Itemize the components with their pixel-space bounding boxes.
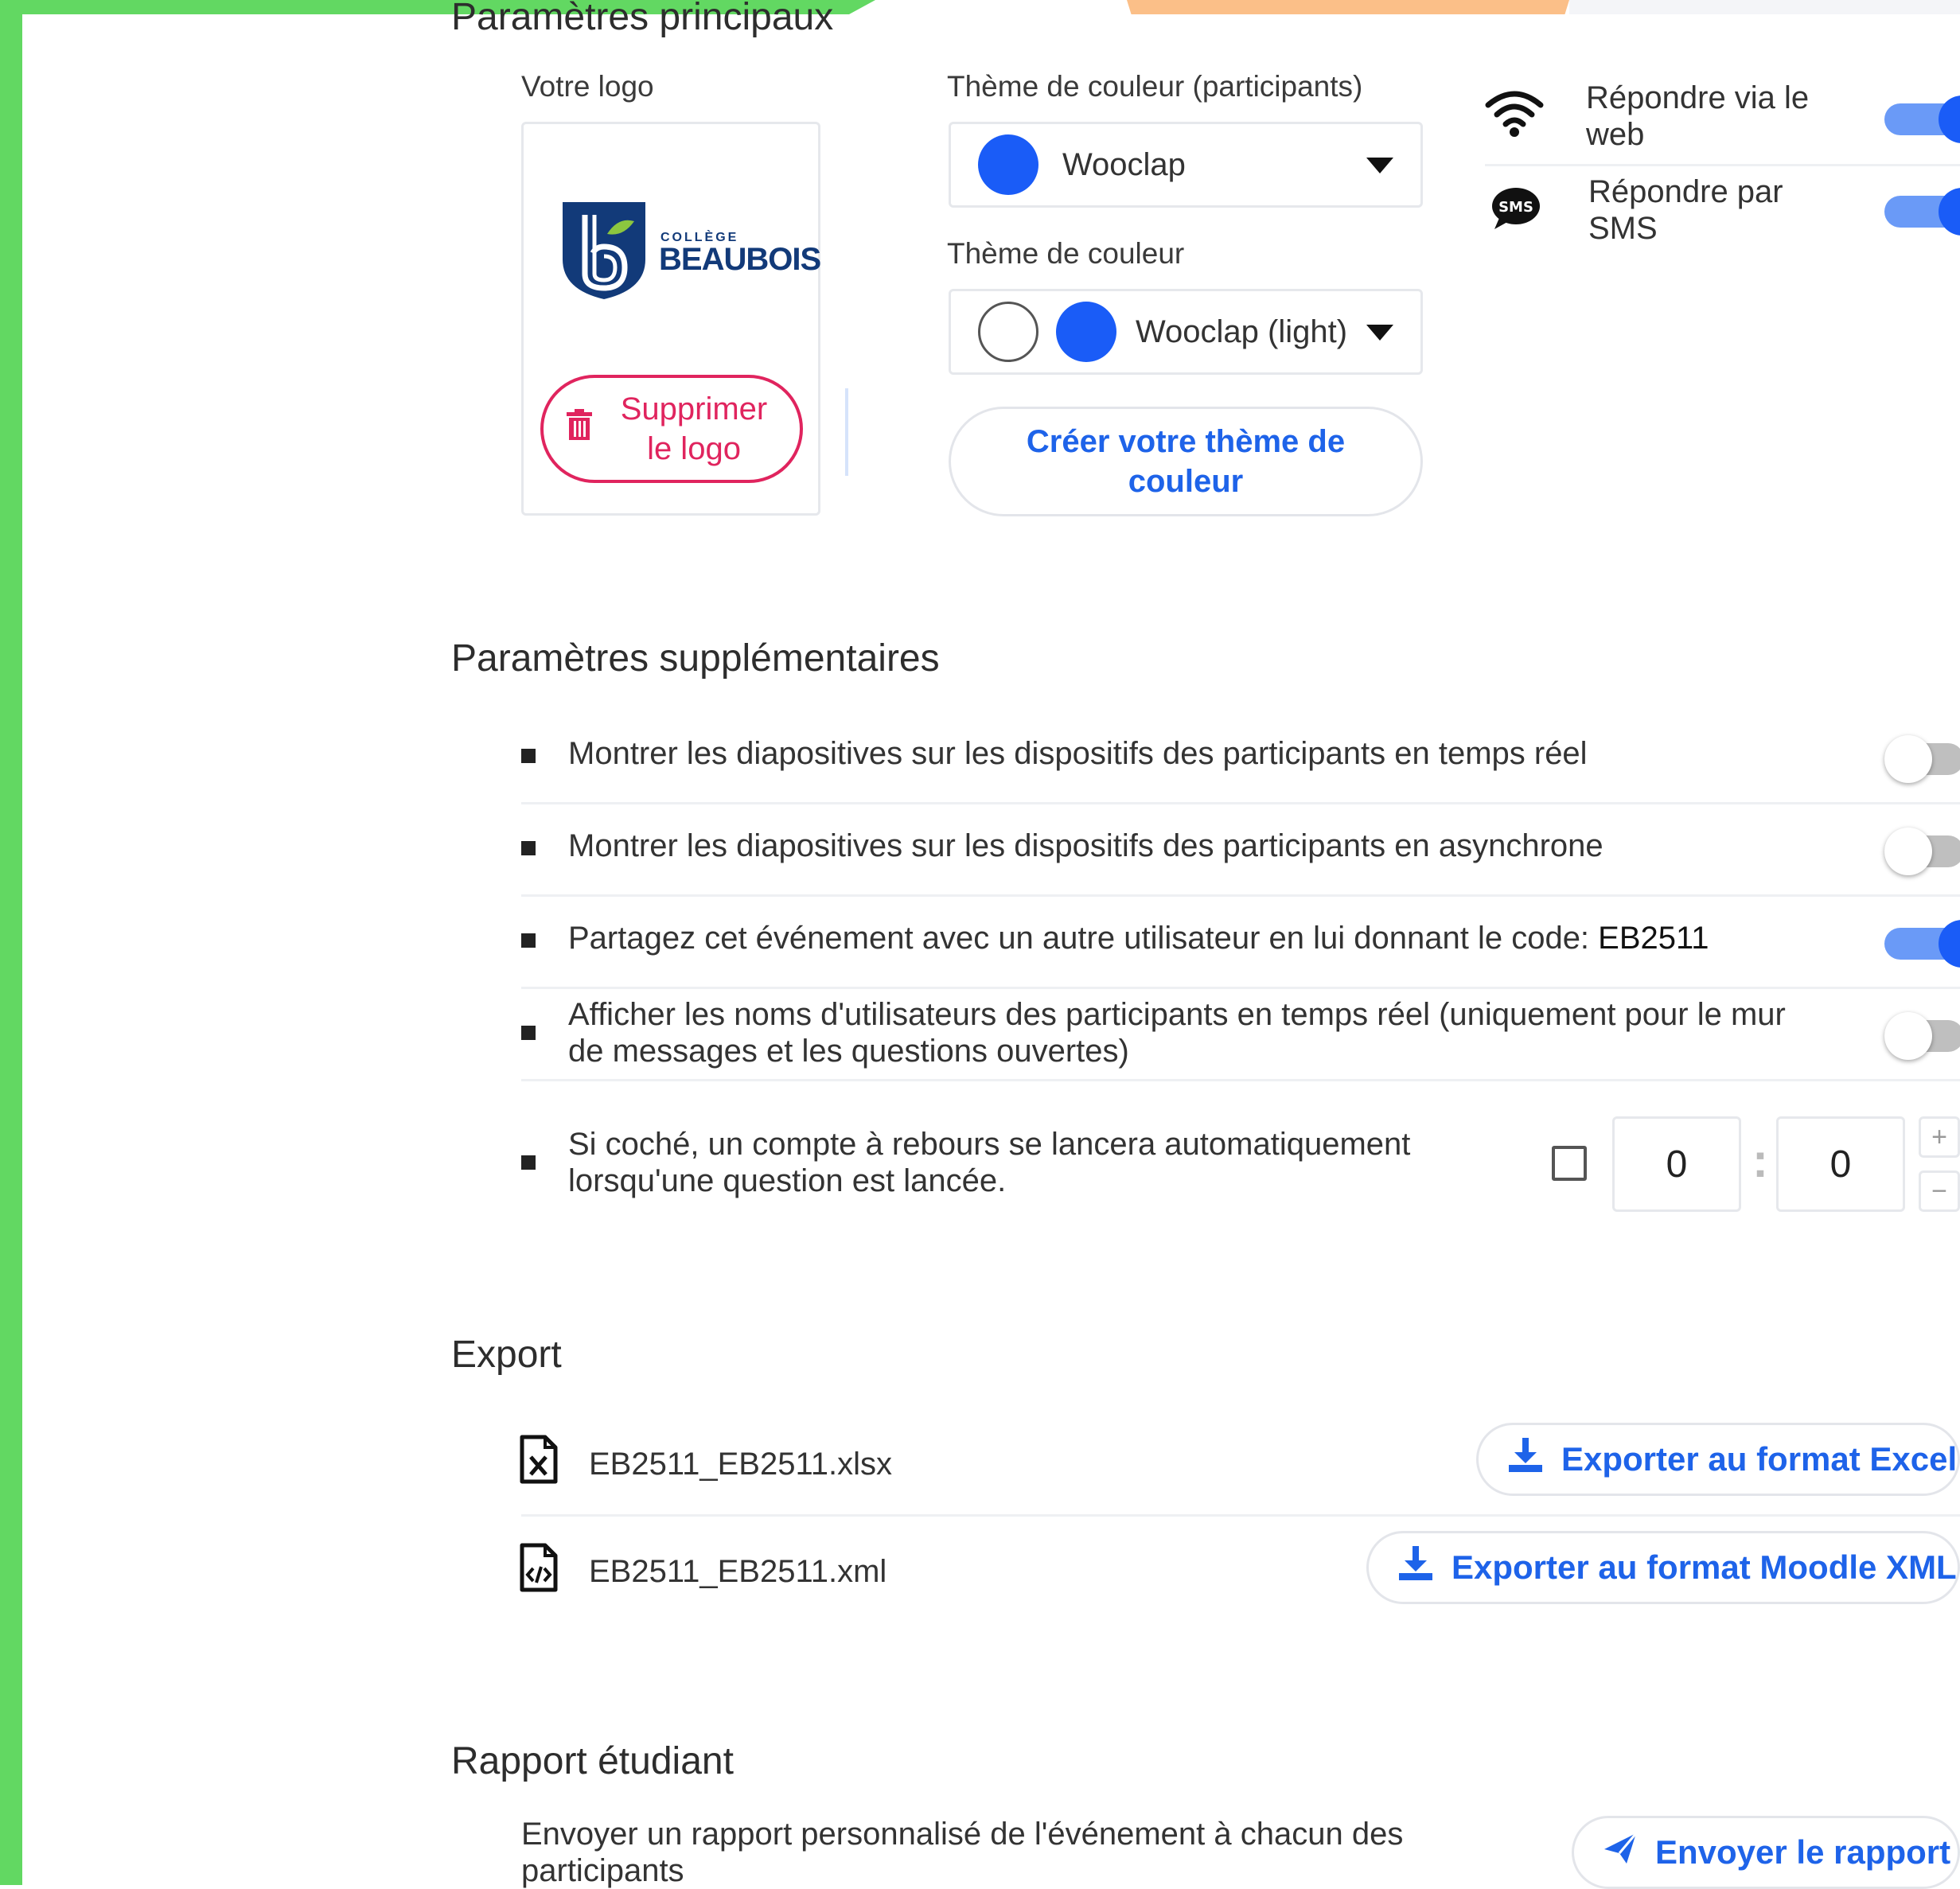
- countdown-minutes-input[interactable]: 0: [1612, 1116, 1741, 1212]
- setting-async-slides-toggle[interactable]: [1884, 828, 1960, 875]
- participant-theme-value: Wooclap: [1062, 146, 1186, 182]
- theme-color-swatch: [978, 134, 1038, 195]
- divider: [845, 388, 848, 476]
- countdown-checkbox[interactable]: [1552, 1146, 1587, 1181]
- reply-web-label: Répondre via le web: [1586, 80, 1809, 153]
- svg-text:SMS: SMS: [1498, 199, 1533, 216]
- countdown-label-1: Si coché, un compte à rebours se lancera…: [568, 1127, 1411, 1162]
- bullet: [521, 749, 536, 763]
- divider: [521, 894, 1960, 897]
- header-strip: [1569, 0, 1960, 14]
- countdown-label-2: lorsqu'une question est lancée.: [568, 1163, 1007, 1198]
- download-icon: [1397, 1546, 1434, 1589]
- reply-web-toggle[interactable]: [1884, 95, 1960, 143]
- create-theme-label-2: couleur: [1128, 464, 1244, 499]
- reply-web-label-2: web: [1586, 117, 1645, 152]
- download-icon: [1507, 1438, 1544, 1481]
- report-description: Envoyer un rapport personnalisé de l'évé…: [521, 1816, 1403, 1889]
- countdown-seconds-input[interactable]: 0: [1776, 1116, 1905, 1212]
- frame-border-left: [0, 0, 22, 1885]
- export-file-name-xml: EB2511_EB2511.xml: [589, 1554, 887, 1589]
- theme-background-swatch: [978, 302, 1038, 362]
- bullet: [521, 933, 536, 948]
- delete-logo-button[interactable]: Supprimer le logo: [540, 375, 803, 483]
- setting-share-event-toggle[interactable]: [1884, 920, 1960, 968]
- setting-async-slides-label: Montrer les diapositives sur les disposi…: [568, 828, 1603, 863]
- divider: [521, 1514, 1960, 1517]
- reply-sms-label: Répondre par SMS: [1588, 173, 1783, 247]
- delete-logo-label-1: Supprimer: [620, 391, 768, 426]
- report-description-1: Envoyer un rapport personnalisé de l'évé…: [521, 1817, 1404, 1852]
- sms-icon: SMS: [1491, 186, 1541, 231]
- event-code: EB2511: [1598, 921, 1709, 956]
- section-title-export: Export: [451, 1334, 562, 1376]
- color-theme-select[interactable]: Wooclap (light): [949, 289, 1423, 375]
- countdown-label: Si coché, un compte à rebours se lancera…: [568, 1126, 1410, 1199]
- create-theme-label-1: Créer votre thème de: [1026, 424, 1346, 459]
- reply-sms-label-2: SMS: [1588, 211, 1658, 246]
- setting-show-usernames-toggle[interactable]: [1884, 1012, 1960, 1060]
- send-report-button[interactable]: Envoyer le rapport: [1572, 1816, 1960, 1889]
- xml-file-icon: [520, 1543, 558, 1596]
- export-moodle-xml-label: Exporter au format Moodle XML: [1451, 1548, 1957, 1586]
- chevron-down-icon: [1366, 325, 1393, 341]
- setting-share-event-label: Partagez cet événement avec un autre uti…: [568, 921, 1709, 956]
- trash-icon: [566, 409, 593, 449]
- participant-theme-label: Thème de couleur (participants): [947, 70, 1363, 103]
- logo-brand-name: BEAUBOIS: [659, 242, 821, 277]
- color-theme-value: Wooclap (light): [1136, 314, 1348, 349]
- divider: [521, 987, 1960, 989]
- export-file-name-xlsx: EB2511_EB2511.xlsx: [589, 1447, 892, 1482]
- reply-web-label-1: Répondre via le: [1586, 80, 1810, 115]
- reply-sms-toggle[interactable]: [1884, 188, 1960, 236]
- logo-label: Votre logo: [521, 70, 654, 103]
- create-theme-button[interactable]: Créer votre thème de couleur: [949, 407, 1423, 516]
- share-event-text: Partagez cet événement avec un autre uti…: [568, 921, 1599, 956]
- send-report-label: Envoyer le rapport: [1655, 1833, 1951, 1871]
- divider: [1485, 164, 1960, 166]
- export-excel-label: Exporter au format Excel: [1561, 1440, 1958, 1478]
- delete-logo-label-2: le logo: [647, 431, 741, 466]
- send-icon: [1603, 1832, 1638, 1873]
- decrement-button[interactable]: −: [1919, 1170, 1960, 1212]
- increment-button[interactable]: +: [1919, 1116, 1960, 1158]
- wifi-icon: [1485, 88, 1544, 141]
- reply-sms-label-1: Répondre par: [1588, 174, 1783, 209]
- setting-show-usernames-label: Afficher les noms d'utilisateurs des par…: [568, 996, 1786, 1069]
- excel-file-icon: [520, 1435, 558, 1488]
- report-description-2: participants: [521, 1853, 684, 1888]
- show-usernames-label-1: Afficher les noms d'utilisateurs des par…: [568, 997, 1786, 1032]
- chevron-down-icon: [1366, 158, 1393, 173]
- bullet: [521, 841, 536, 855]
- export-excel-button[interactable]: Exporter au format Excel: [1476, 1423, 1960, 1496]
- divider: [521, 802, 1960, 804]
- setting-live-slides-toggle[interactable]: [1884, 735, 1960, 783]
- show-usernames-label-2: de messages et les questions ouvertes): [568, 1034, 1129, 1069]
- bullet: [521, 1026, 536, 1040]
- college-logo: [559, 197, 649, 305]
- color-theme-label: Thème de couleur: [947, 237, 1185, 270]
- theme-color-swatch: [1056, 302, 1116, 362]
- export-moodle-xml-button[interactable]: Exporter au format Moodle XML: [1366, 1531, 1960, 1604]
- section-title-extra: Paramètres supplémentaires: [451, 637, 940, 680]
- section-title-report: Rapport étudiant: [451, 1740, 734, 1782]
- bullet: [521, 1155, 536, 1170]
- header-tab-highlight: [1127, 0, 1569, 14]
- setting-live-slides-label: Montrer les diapositives sur les disposi…: [568, 736, 1588, 771]
- section-title-main: Paramètres principaux: [451, 0, 834, 38]
- participant-theme-select[interactable]: Wooclap: [949, 122, 1423, 208]
- divider: [521, 1079, 1960, 1081]
- time-separator: :: [1752, 1134, 1768, 1187]
